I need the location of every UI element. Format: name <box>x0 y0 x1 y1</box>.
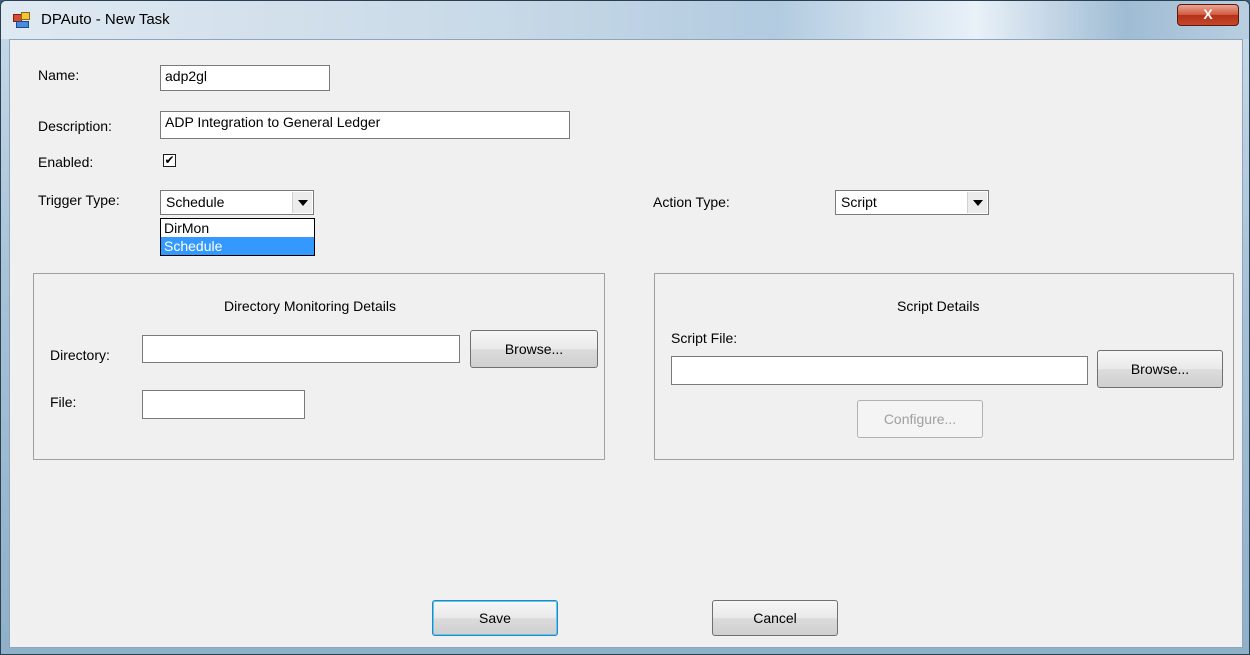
configure-button[interactable]: Configure... <box>857 400 983 438</box>
dialog-window: DPAuto - New Task X Name: adp2gl Descrip… <box>0 0 1250 655</box>
trigger-option-dirmon[interactable]: DirMon <box>161 219 314 237</box>
close-button[interactable]: X <box>1177 4 1239 26</box>
script-browse-button[interactable]: Browse... <box>1097 350 1223 388</box>
dialog-client-area: Name: adp2gl Description: ADP Integratio… <box>9 39 1243 648</box>
trigger-type-label: Trigger Type: <box>38 192 120 208</box>
cancel-button[interactable]: Cancel <box>712 600 838 636</box>
action-type-value: Script <box>841 194 877 210</box>
directory-input[interactable] <box>142 335 460 363</box>
script-file-label: Script File: <box>671 330 738 346</box>
trigger-type-select[interactable]: Schedule <box>160 190 314 215</box>
name-input[interactable]: adp2gl <box>160 65 330 91</box>
name-label: Name: <box>38 67 80 83</box>
chevron-down-icon[interactable] <box>967 192 987 213</box>
trigger-option-schedule[interactable]: Schedule <box>161 237 314 255</box>
enabled-checkbox[interactable]: ✔ <box>163 154 176 167</box>
window-title: DPAuto - New Task <box>41 11 170 28</box>
save-button[interactable]: Save <box>432 600 558 636</box>
directory-label: Directory: <box>50 347 110 363</box>
script-details-group: Script Details Script File: Browse... Co… <box>654 273 1234 460</box>
file-label: File: <box>50 394 77 410</box>
trigger-type-dropdown-list: DirMon Schedule <box>160 218 315 256</box>
description-label: Description: <box>38 118 112 134</box>
app-icon <box>13 12 30 28</box>
script-file-input[interactable] <box>671 356 1088 385</box>
description-input[interactable]: ADP Integration to General Ledger <box>160 111 570 139</box>
trigger-type-value: Schedule <box>166 194 225 210</box>
file-input[interactable] <box>142 390 305 419</box>
directory-monitoring-group: Directory Monitoring Details Directory: … <box>33 273 605 460</box>
directory-browse-button[interactable]: Browse... <box>470 330 598 368</box>
action-type-select[interactable]: Script <box>835 190 989 215</box>
chevron-down-icon[interactable] <box>292 192 312 213</box>
action-type-label: Action Type: <box>653 194 730 210</box>
script-group-title: Script Details <box>897 298 980 314</box>
enabled-label: Enabled: <box>38 154 94 170</box>
title-bar[interactable]: DPAuto - New Task X <box>1 1 1249 39</box>
directory-group-title: Directory Monitoring Details <box>224 298 396 314</box>
